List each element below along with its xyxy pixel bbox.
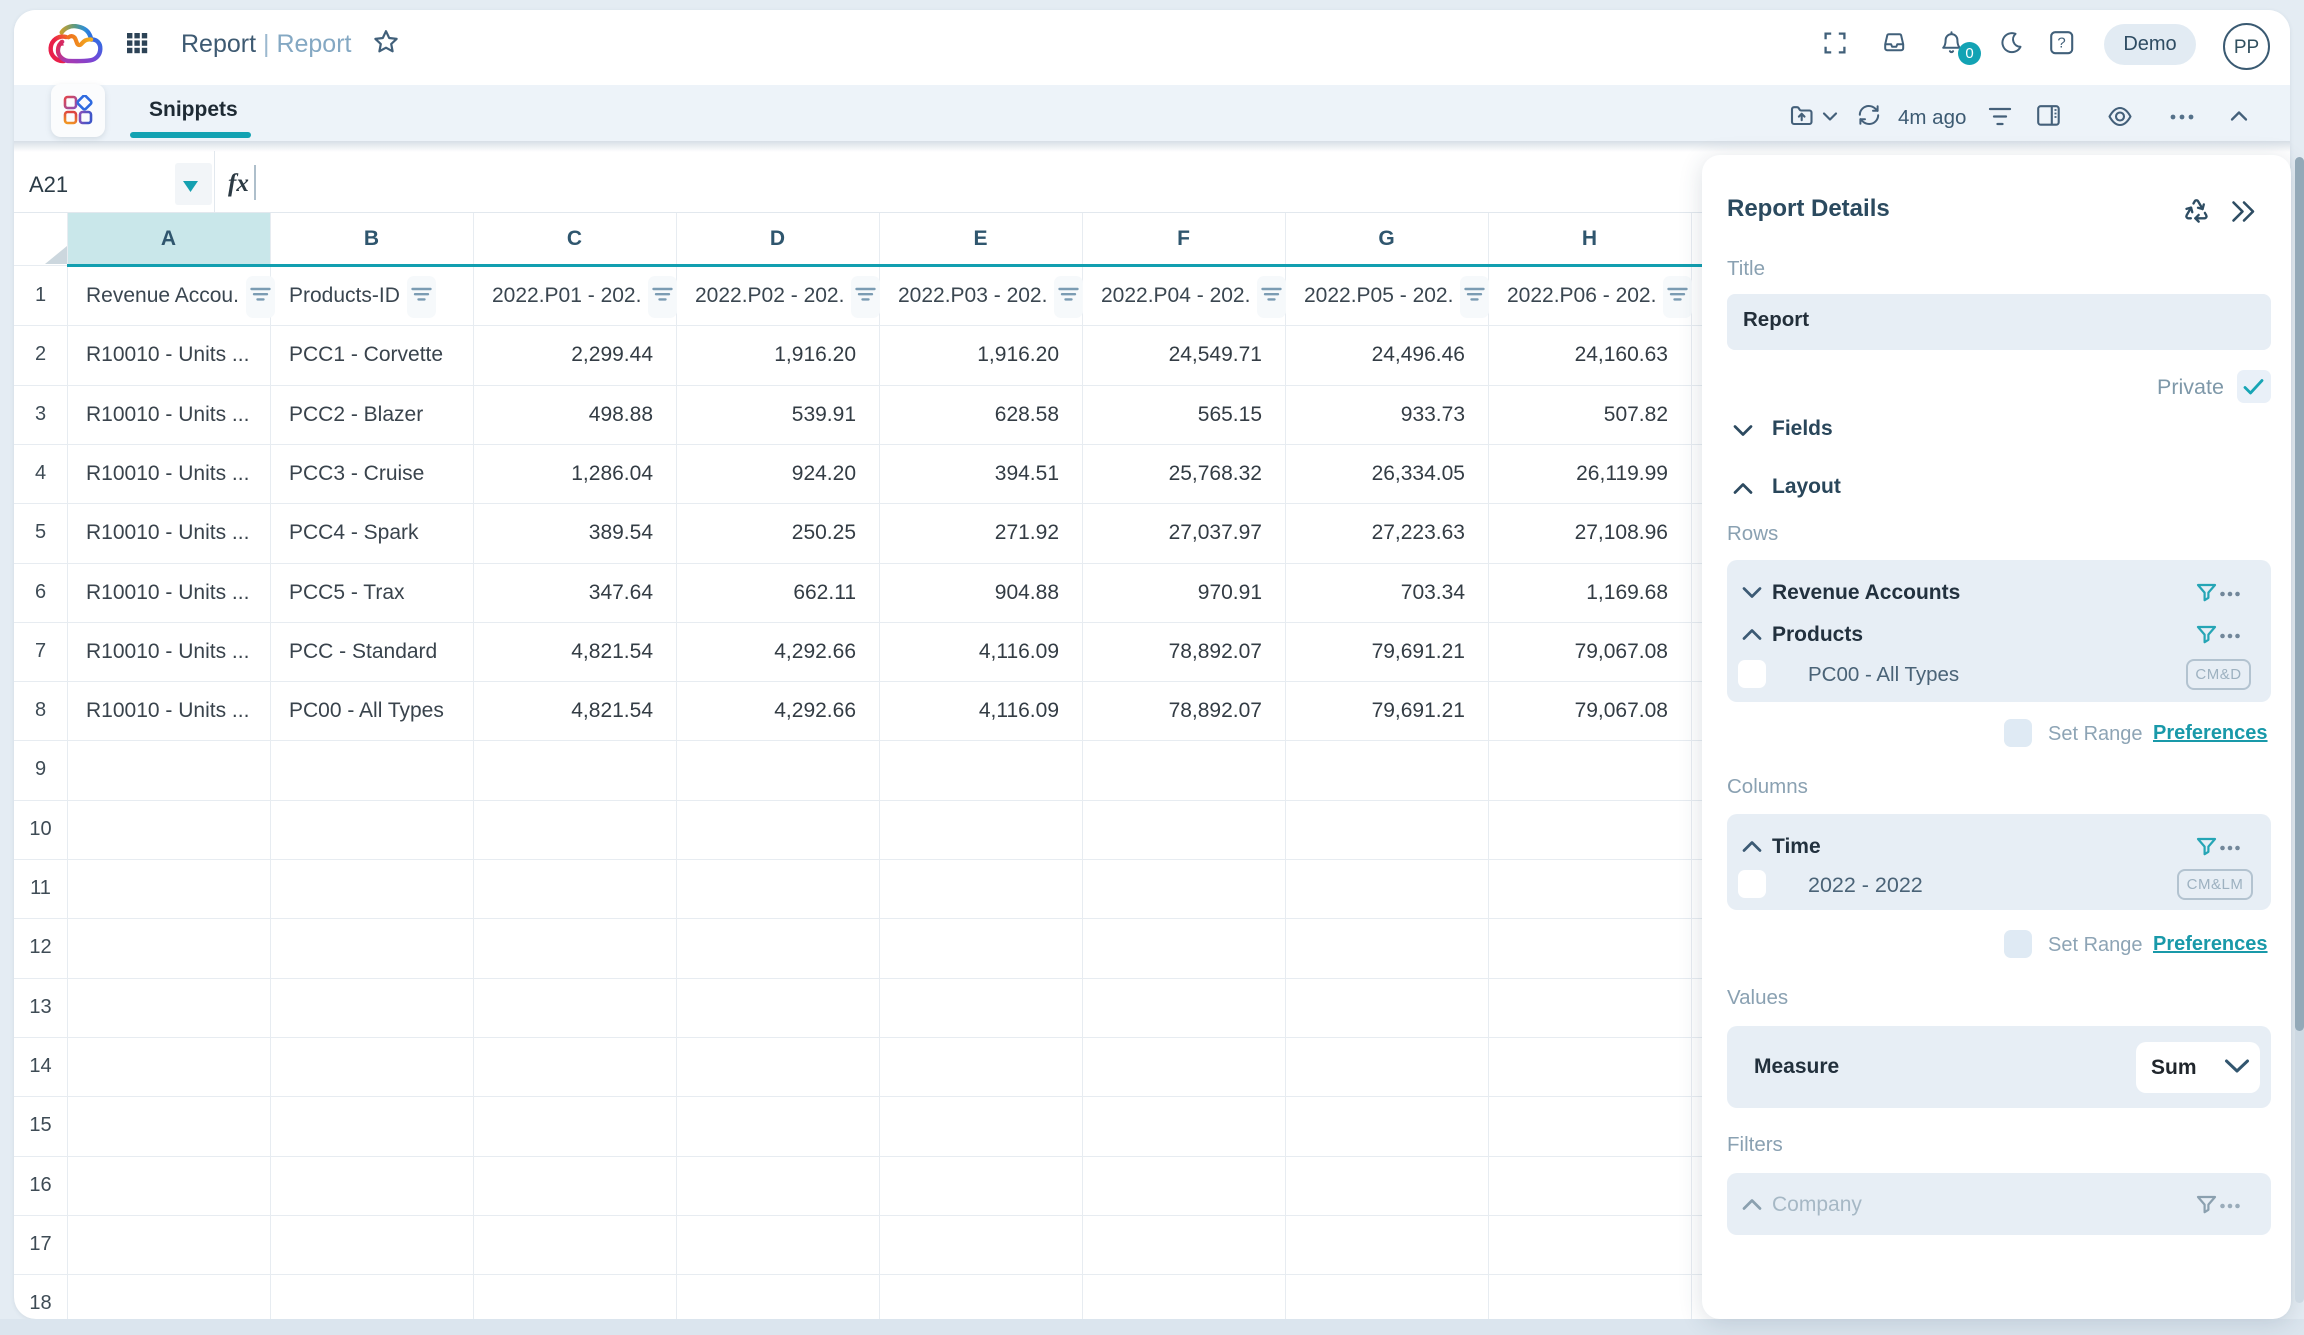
svg-text:?: ?: [2057, 35, 2065, 52]
